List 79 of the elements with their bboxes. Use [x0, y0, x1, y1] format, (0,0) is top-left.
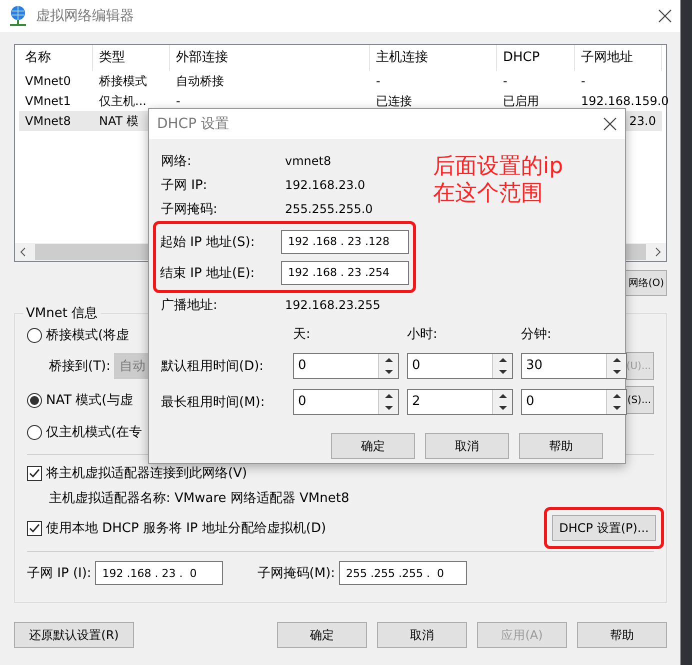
- ip-address-field[interactable]: 192 .168 . 23 .254: [281, 260, 409, 284]
- table-row[interactable]: VMnet0 桥接模式 自动桥接 - - -: [19, 71, 662, 91]
- column-header: 主机连接: [370, 45, 497, 71]
- table-cell-text: 桥接模式: [98, 72, 148, 90]
- table-cell-text: 仅主机...: [98, 92, 148, 110]
- radio-label: NAT 模式(与虚: [46, 392, 133, 409]
- column-header: 类型: [93, 45, 170, 71]
- column-header: DHCP: [497, 45, 575, 71]
- dhcp-settings-button[interactable]: DHCP 设置(P)...: [552, 515, 656, 541]
- column-header: 子网地址: [575, 45, 662, 71]
- field-label: 网络:: [161, 153, 192, 170]
- table-cell-text: 已连接: [375, 92, 413, 110]
- column-label: 小时:: [407, 326, 438, 343]
- spin-field[interactable]: 0: [521, 389, 627, 415]
- field-label: 子网掩码(M):: [257, 565, 336, 582]
- radio-button[interactable]: [27, 424, 42, 440]
- checkbox[interactable]: [27, 520, 42, 536]
- field-label: 最长租用时间(M):: [161, 394, 266, 411]
- column-header: 外部连接: [170, 45, 370, 71]
- dialog-button[interactable]: 取消: [425, 433, 509, 459]
- column-label: 天:: [293, 326, 312, 343]
- close-icon[interactable]: [658, 9, 672, 23]
- field-label: 默认租用时间(D):: [161, 358, 265, 375]
- table-cell-text: -: [375, 74, 382, 88]
- column-label: 分钟:: [521, 326, 552, 343]
- field-label: 广播地址:: [161, 297, 218, 314]
- field-label: 子网 IP (I):: [27, 565, 92, 582]
- footer-button[interactable]: 帮助: [577, 622, 667, 648]
- radio-label: 桥接模式(将虚: [46, 327, 130, 344]
- annotation-text: 后面设置的ip: [433, 153, 564, 180]
- radio-button[interactable]: [27, 392, 42, 408]
- field-label: 结束 IP 地址(E):: [160, 264, 256, 282]
- scroll-left-icon[interactable]: [19, 247, 27, 257]
- checkbox-label: 使用本地 DHCP 服务将 IP 地址分配给虚拟机(D): [46, 520, 326, 537]
- scroll-right-icon[interactable]: [654, 247, 662, 257]
- close-icon[interactable]: [603, 117, 617, 131]
- field-value: 192.168.23.255: [285, 298, 380, 312]
- ip-address-field[interactable]: 192 .168 . 23 .128: [281, 230, 409, 254]
- checkbox[interactable]: [27, 466, 42, 480]
- field-value: 255.255.255.0: [285, 202, 373, 216]
- radio-button[interactable]: [27, 328, 42, 342]
- spin-field[interactable]: 0: [293, 353, 399, 379]
- table-cell-text: 自动桥接: [175, 72, 225, 90]
- table-cell-text: 23.0: [628, 114, 657, 128]
- table-cell-text: -: [580, 74, 586, 88]
- table-cell-text: 已启用: [502, 92, 540, 110]
- subnet-mask-field[interactable]: 255 .255 .255 . 0: [339, 561, 468, 585]
- table-cell-text: VMnet1: [24, 94, 72, 108]
- footer-button[interactable]: 还原默认设置(R): [14, 622, 134, 648]
- footer-button[interactable]: 确定: [277, 622, 367, 648]
- field-value: vmnet8: [285, 154, 332, 168]
- spin-field[interactable]: 30: [521, 353, 627, 379]
- window-title: 虚拟网络编辑器: [36, 7, 135, 25]
- dialog-button[interactable]: 帮助: [519, 433, 603, 459]
- field-value: 192.168.23.0: [285, 178, 366, 192]
- spin-field[interactable]: 2: [407, 389, 513, 415]
- field-label: 桥接到(T):: [49, 358, 110, 375]
- annotation-text: 在这个范围: [433, 180, 544, 207]
- footer-button[interactable]: 取消: [377, 622, 467, 648]
- spin-field[interactable]: 0: [407, 353, 513, 379]
- adapter-name: 主机虚拟适配器名称: VMware 网络适配器 VMnet8: [49, 490, 350, 507]
- spin-field[interactable]: 0: [293, 389, 399, 415]
- table-cell-text: -: [175, 94, 182, 108]
- dialog-title: DHCP 设置: [157, 115, 230, 133]
- checkbox-label: 将主机虚拟适配器连接到此网络(V): [46, 465, 248, 482]
- network-globe-icon: [8, 5, 28, 27]
- table-cell-text: VMnet0: [24, 74, 72, 88]
- field-label: 子网掩码:: [161, 201, 218, 218]
- group-title: VMnet 信息: [25, 305, 99, 322]
- table-cell-text: -: [502, 74, 508, 88]
- subnet-ip-field[interactable]: 192 .168 . 23 . 0: [95, 561, 224, 585]
- table-cell-text: 192.168.159.0: [580, 94, 669, 108]
- table-cell-text: VMnet8: [24, 114, 72, 128]
- dialog-button[interactable]: 确定: [331, 433, 415, 459]
- column-header: 名称: [19, 45, 93, 71]
- radio-label: 仅主机模式(在专: [46, 424, 142, 441]
- field-label: 子网 IP:: [161, 177, 208, 194]
- field-label: 起始 IP 地址(S):: [160, 234, 256, 250]
- remove-network-button[interactable]: 网络(O): [625, 270, 667, 296]
